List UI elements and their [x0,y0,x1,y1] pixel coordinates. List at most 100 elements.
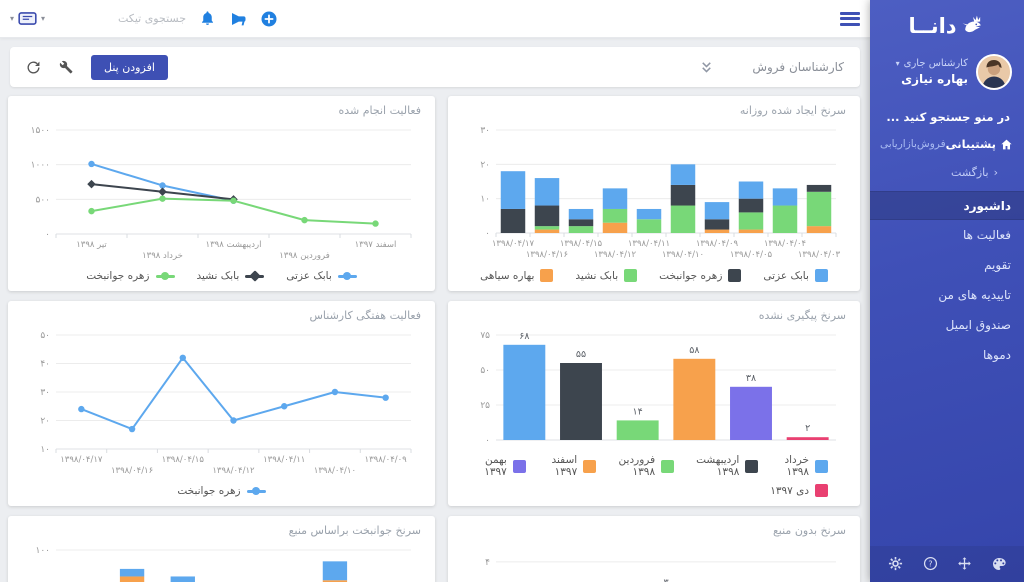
legend-item[interactable]: زهره جوانبخت [659,269,741,282]
sidebar-item-link[interactable]: تقویم [870,251,1024,280]
sidebar-tab-label: فروش [917,138,946,150]
svg-text:۵۰: ۵۰ [40,331,50,341]
legend-item[interactable]: بهمن ۱۳۹۷ [480,454,526,478]
legend-item[interactable]: اسفند ۱۳۹۷ [548,454,596,478]
svg-text:۰: ۰ [485,229,490,239]
svg-text:۱۳۹۸/۰۴/۱۱: ۱۳۹۸/۰۴/۱۱ [263,455,305,465]
chart-leads-without-source[interactable]: ۰۱۲۳۴۳ [462,541,846,582]
chart-unfollowed-leads[interactable]: ۰۲۵۵۰۷۵۶۸۵۵۱۴۵۸۳۸۲ [462,326,846,452]
menu-icon[interactable] [840,12,860,26]
legend-item[interactable]: زهره جوانبخت [86,270,174,282]
help-icon[interactable]: ? [922,556,938,572]
legend-label: فروردین ۱۳۹۸ [618,454,655,478]
ticket-type-icon[interactable]: ▾ ▾ [10,11,45,26]
svg-text:۱۳۹۸/۰۴/۱۵: ۱۳۹۸/۰۴/۱۵ [162,455,205,465]
chart-legend: دی ۱۳۹۷ [462,482,846,501]
cards-grid: سرنخ ایجاد شده روزانه۰۱۰۲۰۳۰۱۳۹۸/۰۴/۱۷۱۳… [10,96,860,582]
legend-item[interactable]: خرداد ۱۳۹۸ [780,454,828,478]
svg-text:۱۴: ۱۴ [633,406,643,417]
legend-label: اردیبهشت ۱۳۹۸ [696,454,739,478]
chart-weekly-expert-activity[interactable]: ۱۰۲۰۳۰۴۰۵۰۱۳۹۸/۰۴/۱۷۱۳۹۸/۰۴/۱۶۱۳۹۸/۰۴/۱۵… [22,326,421,483]
legend-marker [540,269,553,282]
svg-text:۱۳۹۸/۰۴/۱۷: ۱۳۹۸/۰۴/۱۷ [60,455,103,465]
current-user[interactable]: کارشناس جاری ▾ بهاره نیازی [870,54,1024,90]
chart-title: سرنخ پیگیری نشده [462,309,846,326]
legend-label: دی ۱۳۹۷ [770,485,809,497]
card-unfollowed-leads: سرنخ پیگیری نشده۰۲۵۵۰۷۵۶۸۵۵۱۴۵۸۳۸۲خرداد … [448,301,860,506]
dashboard-content: کارشناسان فروش افزودن پنل سرنخ ایجاد شده… [0,38,870,582]
chart-title: سرنخ ایجاد شده روزانه [462,104,846,121]
chart-legend: بابک عزتی زهره جوانبخت بابک نشید بهاره سیاه… [462,267,846,286]
palette-icon[interactable] [991,556,1007,572]
legend-item[interactable]: بابک نشید [197,270,265,282]
chart-javanbakht-leads-by-source[interactable]: ۰۵۰۱۰۰ [22,541,421,582]
svg-text:۱۵۰۰: ۱۵۰۰ [31,126,50,136]
sidebar-tab-2[interactable]: بازاریابی [880,138,917,150]
svg-text:۴۰: ۴۰ [40,360,50,370]
legend-label: بابک نشید [575,270,618,282]
hoopoe-bird-icon [960,13,986,39]
dana-logo[interactable]: دانــا [870,8,1024,44]
sidebar-item-link[interactable]: دموها [870,341,1024,370]
svg-text:۳۰: ۳۰ [40,388,50,398]
main-area: ▾ ▾ کارشناسان فروش افزودن پنل س [0,0,870,582]
chart-title: سرنخ جوانبخت براساس منبع [22,524,421,541]
svg-text:۱۳۹۸ تیر: ۱۳۹۸ تیر [76,240,107,250]
svg-text:۱۳۹۸/۰۴/۱۰: ۱۳۹۸/۰۴/۱۰ [314,466,356,476]
legend-item[interactable]: بابک نشید [575,269,637,282]
sidebar-tab-label: پشتیبانی [946,137,996,151]
svg-text:۲۰: ۲۰ [480,160,490,170]
svg-text:۱۳۹۸/۰۴/۰۵: ۱۳۹۸/۰۴/۰۵ [730,250,773,260]
legend-item[interactable]: زهره جوانبخت [177,485,265,497]
chevron-down-icon: ▾ [41,14,45,23]
sidebar-tab-1[interactable]: فروش [917,138,946,150]
add-icon[interactable] [260,10,278,28]
svg-text:۱۳۹۸/۰۴/۱۲: ۱۳۹۸/۰۴/۱۲ [212,466,255,476]
chart-daily-created-leads[interactable]: ۰۱۰۲۰۳۰۱۳۹۸/۰۴/۱۷۱۳۹۸/۰۴/۱۶۱۳۹۸/۰۴/۱۵۱۳۹… [462,121,846,267]
back-button[interactable]: ‹ بازگشت [870,166,1024,179]
search-input[interactable] [58,12,186,25]
legend-label: بابک عزتی [286,270,332,282]
sidebar-item-link[interactable]: فعالیت ها [870,221,1024,250]
legend-label: زهره جوانبخت [86,270,149,282]
back-label: بازگشت [951,166,989,179]
svg-text:۵۰: ۵۰ [480,366,490,376]
refresh-icon[interactable] [26,60,41,75]
legend-item[interactable]: بابک عزتی [763,269,828,282]
add-panel-button[interactable]: افزودن پنل [91,55,168,80]
sidebar-item-link[interactable]: صندوق ایمیل [870,311,1024,340]
user-avatar[interactable] [976,54,1012,90]
legend-label: اسفند ۱۳۹۷ [548,454,577,478]
chevron-down-icon[interactable]: ▾ [896,59,900,68]
sidebar-item-link[interactable]: تاییدیه های من [870,281,1024,310]
chevron-down-icon: ▾ [10,14,14,23]
svg-text:۱۳۹۸/۰۴/۰۹: ۱۳۹۸/۰۴/۰۹ [696,239,739,249]
move-icon[interactable] [956,556,972,572]
topbar: ▾ ▾ [0,0,870,38]
legend-item[interactable]: دی ۱۳۹۷ [770,484,828,497]
legend-item[interactable]: بابک عزتی [286,270,357,282]
sidebar-item-active[interactable]: داشبورد [870,191,1024,220]
bell-icon[interactable] [199,10,216,27]
chart-legend: بابک عزتی بابک نشید زهره جوانبخت [22,268,421,286]
sidebar: دانــا کارشناس جاری ▾ بهاره نیازی در منو… [870,0,1024,582]
chart-done-activities[interactable]: ۰۵۰۰۱۰۰۰۱۵۰۰۱۳۹۸ تیر۱۳۹۸ خرداد۱۳۹۸ اردیب… [22,121,421,268]
legend-marker [156,275,175,278]
svg-text:۱۳۹۸/۰۴/۱۶: ۱۳۹۸/۰۴/۱۶ [111,466,153,476]
sidebar-menu-search-input[interactable]: در منو جستجو کنید ... [884,110,1010,124]
chart-title: سرنخ بدون منبع [462,524,846,541]
sidebar-tab-0[interactable]: پشتیبانی [946,137,1013,151]
svg-text:۱۳۹۸ فروردین: ۱۳۹۸ فروردین [279,251,330,261]
svg-text:۱۳۹۸/۰۴/۱۲: ۱۳۹۸/۰۴/۱۲ [594,250,637,260]
svg-text:۲: ۲ [805,423,810,434]
settings-icon[interactable] [887,556,903,572]
legend-item[interactable]: فروردین ۱۳۹۸ [618,454,674,478]
legend-item[interactable]: اردیبهشت ۱۳۹۸ [696,454,758,478]
svg-text:۳۰: ۳۰ [480,126,490,136]
collapse-icon[interactable] [699,60,714,75]
megaphone-icon[interactable] [229,10,247,28]
svg-text:۱۳۹۸/۰۴/۰۳: ۱۳۹۸/۰۴/۰۳ [798,250,841,260]
wrench-icon[interactable] [59,60,73,74]
legend-item[interactable]: بهاره سیاهی [480,269,553,282]
app-window: دانــا کارشناس جاری ▾ بهاره نیازی در منو… [0,0,1024,582]
